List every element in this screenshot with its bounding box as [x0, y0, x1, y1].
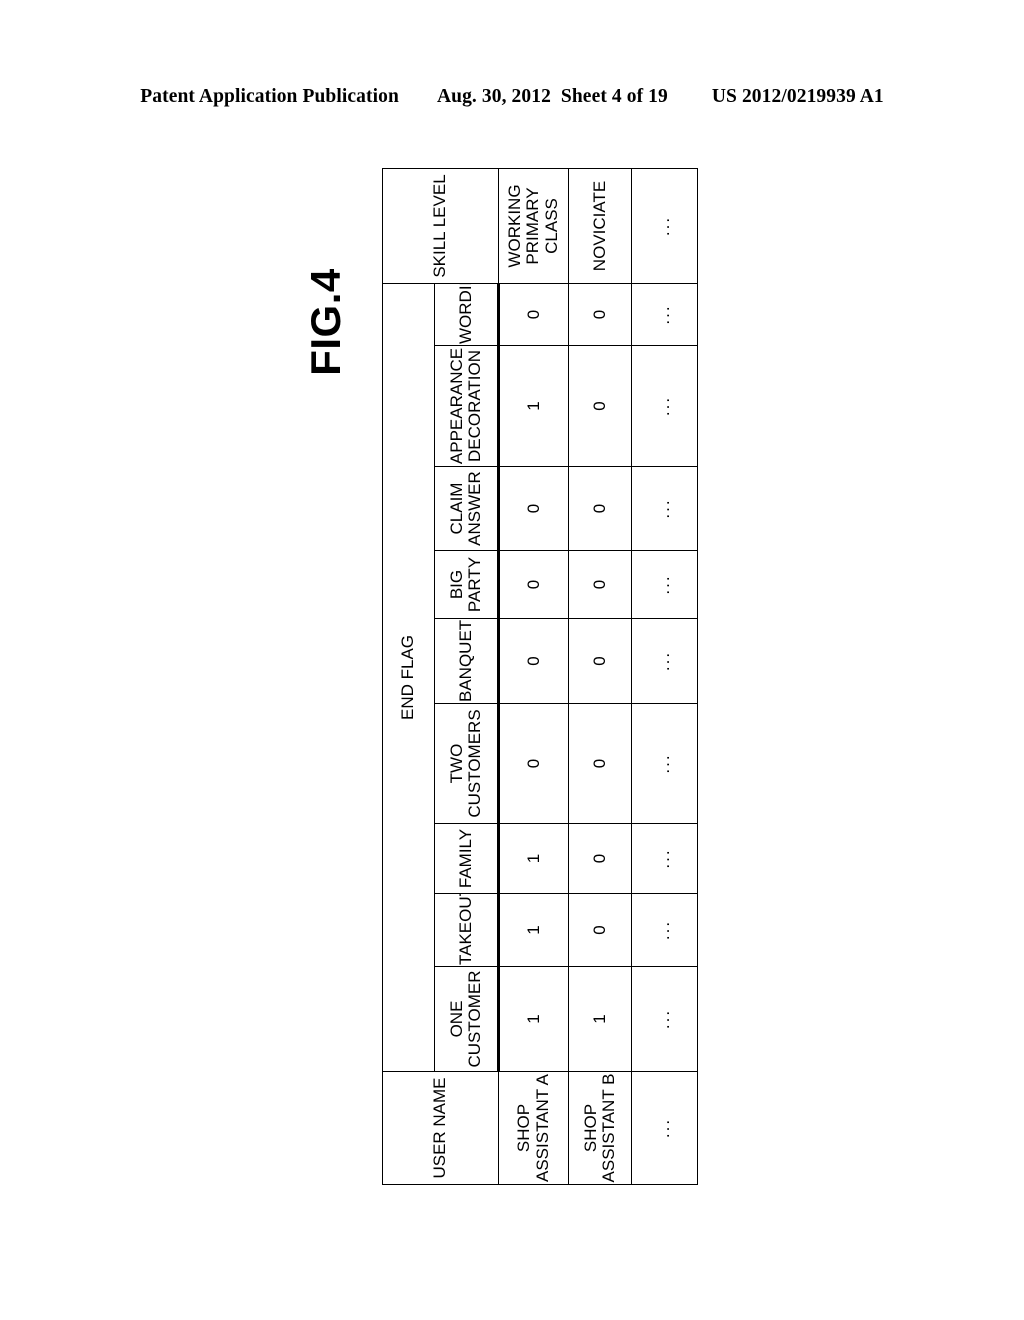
- user-skill-table: USER NAME END FLAG SKILL LEVEL ONE CUSTO…: [382, 168, 698, 1185]
- header-end-flag: END FLAG: [382, 283, 435, 1072]
- cell-one-customer: 1: [498, 966, 569, 1072]
- cell-big-party: 0: [568, 550, 632, 619]
- table-group-header-row: USER NAME END FLAG SKILL LEVEL: [382, 168, 499, 1185]
- header-claim-answer: CLAIM ANSWER: [434, 466, 499, 551]
- sheet-number: Sheet 4 of 19: [560, 86, 668, 107]
- header-two-customers: TWO CUSTOMERS: [434, 703, 499, 824]
- table-row: ... ... ... ... ... ... ... ... ... ... …: [631, 168, 698, 1185]
- figure-table-container: USER NAME END FLAG SKILL LEVEL ONE CUSTO…: [382, 168, 698, 1185]
- cell-wording: ...: [631, 283, 698, 346]
- figure-label: FIG.4: [302, 268, 349, 376]
- header-wording: WORDING: [434, 283, 499, 346]
- header-family: FAMILY: [434, 823, 499, 894]
- header-takeout: TAKEOUT: [434, 893, 499, 967]
- cell-wording: 0: [498, 283, 569, 346]
- patent-number: US 2012/0219939 A1: [711, 86, 884, 107]
- cell-appearance-decoration: ...: [631, 345, 698, 467]
- cell-two-customers: 0: [568, 703, 632, 824]
- cell-family: ...: [631, 823, 698, 894]
- cell-one-customer: ...: [631, 966, 698, 1072]
- cell-user-name: ...: [631, 1071, 698, 1185]
- publication-title: Patent Application Publication: [140, 86, 399, 107]
- cell-takeout: 1: [498, 893, 569, 967]
- cell-user-name: SHOP ASSISTANT A: [498, 1071, 569, 1185]
- cell-one-customer: 1: [568, 966, 632, 1072]
- cell-skill-level: NOVICIATE: [568, 168, 632, 284]
- header-banquet: BANQUET: [434, 618, 499, 704]
- cell-skill-level: WORKING PRIMARY CLASS: [498, 168, 569, 284]
- cell-claim-answer: ...: [631, 466, 698, 551]
- cell-banquet: ...: [631, 618, 698, 704]
- cell-claim-answer: 0: [498, 466, 569, 551]
- cell-takeout: ...: [631, 893, 698, 967]
- cell-banquet: 0: [568, 618, 632, 704]
- header-appearance-decoration: APPEARANCE DECORATION: [434, 345, 499, 467]
- header-skill-level: SKILL LEVEL: [382, 168, 499, 284]
- cell-wording: 0: [568, 283, 632, 346]
- cell-two-customers: 0: [498, 703, 569, 824]
- table-row: SHOP ASSISTANT B 1 0 0 0 0 0 0 0 0 NOVIC…: [568, 168, 632, 1185]
- cell-two-customers: ...: [631, 703, 698, 824]
- cell-big-party: ...: [631, 550, 698, 619]
- cell-skill-level: ...: [631, 168, 698, 284]
- header-user-name: USER NAME: [382, 1071, 499, 1185]
- cell-family: 1: [498, 823, 569, 894]
- cell-claim-answer: 0: [568, 466, 632, 551]
- table-row: SHOP ASSISTANT A 1 1 1 0 0 0 0 1 0 WORKI…: [498, 168, 569, 1185]
- patent-header: Patent Application Publication Aug. 30, 2…: [0, 86, 1024, 108]
- table-sub-header-row: ONE CUSTOMER TAKEOUT FAMILY TWO CUSTOMER…: [434, 169, 499, 1185]
- header-big-party: BIG PARTY: [434, 550, 499, 619]
- cell-big-party: 0: [498, 550, 569, 619]
- cell-appearance-decoration: 1: [498, 345, 569, 467]
- cell-user-name: SHOP ASSISTANT B: [568, 1071, 632, 1185]
- cell-appearance-decoration: 0: [568, 345, 632, 467]
- cell-banquet: 0: [498, 618, 569, 704]
- publication-date: Aug. 30, 2012: [436, 86, 551, 107]
- cell-family: 0: [568, 823, 632, 894]
- header-one-customer: ONE CUSTOMER: [434, 966, 499, 1072]
- cell-takeout: 0: [568, 893, 632, 967]
